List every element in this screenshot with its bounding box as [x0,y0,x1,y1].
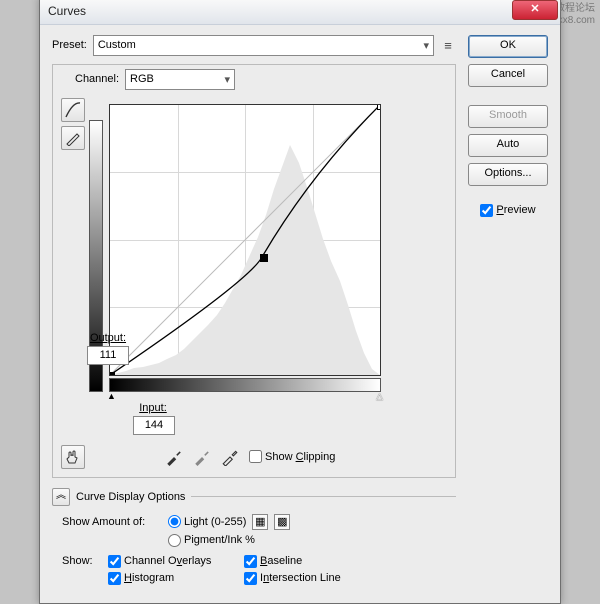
display-options-label: Curve Display Options [76,491,185,503]
gray-eyedropper-icon[interactable] [193,448,211,466]
output-label: Output: [87,332,129,344]
baseline-checkbox[interactable]: Baseline [244,555,302,568]
intersection-checkbox[interactable]: Intersection Line [244,572,341,585]
light-radio[interactable]: Light (0-255) [168,515,246,528]
white-slider[interactable]: △ [376,391,383,402]
output-field[interactable]: 111 [87,346,129,365]
expand-icon[interactable]: ︽ [52,488,70,506]
titlebar[interactable]: Curves ✕ [40,0,560,25]
grid-simple-icon[interactable]: ▦ [252,514,268,530]
preset-value: Custom [98,39,136,51]
ok-button[interactable]: OK [468,35,548,58]
curve-tool-icon[interactable] [61,98,85,122]
black-slider[interactable]: ▲ [107,391,116,401]
curves-dialog: Curves ✕ Preset: Custom ≡ Channel: RGB [39,0,561,604]
curve-point-highlight[interactable] [377,104,381,110]
pencil-tool-icon[interactable] [61,126,85,150]
auto-button[interactable]: Auto [468,134,548,157]
white-eyedropper-icon[interactable] [221,448,239,466]
cancel-button[interactable]: Cancel [468,64,548,87]
options-button[interactable]: Options... [468,163,548,186]
channel-value: RGB [130,73,154,85]
grid-detailed-icon[interactable]: ▩ [274,514,290,530]
show-clipping-checkbox[interactable]: Show Clipping [249,450,335,463]
preset-menu-icon[interactable]: ≡ [440,38,456,53]
curve-point-mid[interactable] [260,254,268,262]
show-amount-label: Show Amount of: [62,516,162,528]
input-field[interactable]: 144 [133,416,175,435]
preview-checkbox[interactable]: Preview [468,204,548,217]
hand-tool-icon[interactable] [61,445,85,469]
smooth-button[interactable]: Smooth [468,105,548,128]
curve-point-shadow[interactable] [109,372,115,376]
input-gradient: ▲ △ [109,378,381,392]
histogram-checkbox[interactable]: Histogram [108,572,238,585]
black-eyedropper-icon[interactable] [165,448,183,466]
pigment-radio[interactable]: Pigment/Ink % [168,534,255,547]
close-button[interactable]: ✕ [512,0,558,20]
channel-overlays-checkbox[interactable]: Channel Overlays [108,555,238,568]
preset-label: Preset: [52,39,87,51]
show-label: Show: [62,555,102,567]
curves-plot[interactable] [109,104,381,376]
input-label: Input: [133,402,173,414]
dialog-title: Curves [48,4,86,18]
channel-label: Channel: [75,73,119,85]
baseline [110,105,380,375]
channel-dropdown[interactable]: RGB [125,69,235,90]
preset-dropdown[interactable]: Custom [93,35,434,56]
